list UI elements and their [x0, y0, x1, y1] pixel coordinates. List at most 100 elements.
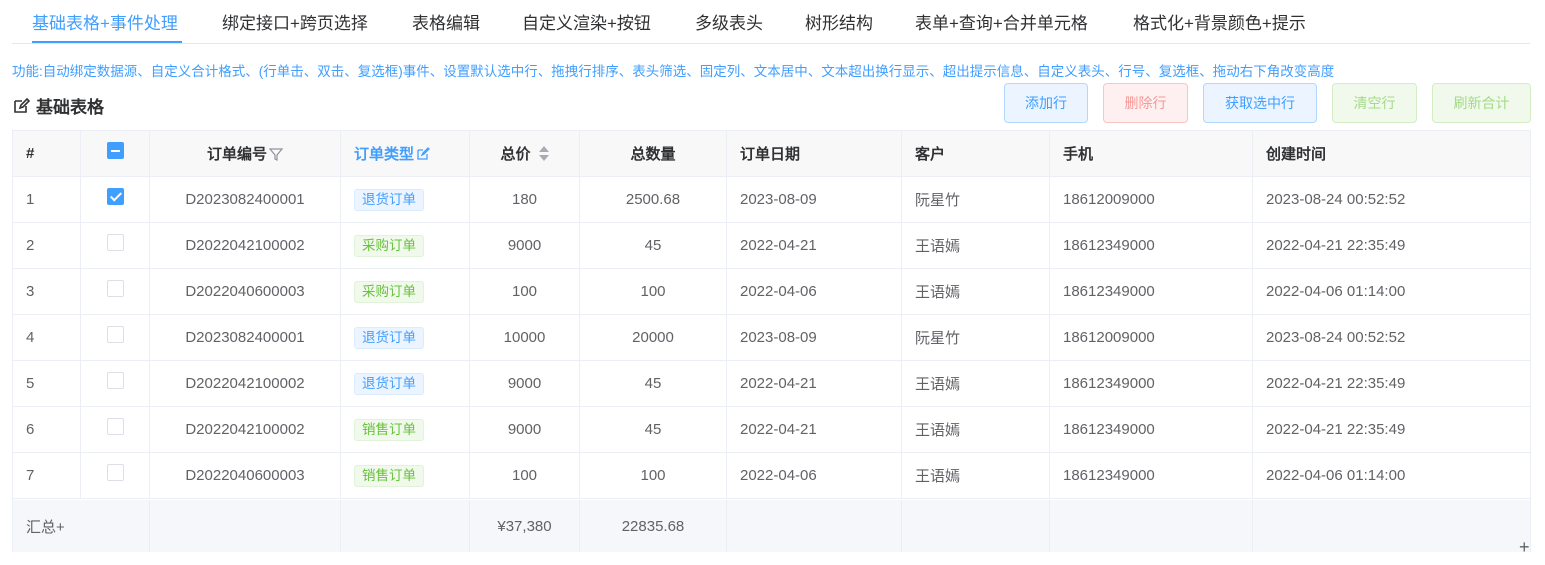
cell-customer-value: 王语嫣: [915, 468, 961, 485]
data-table: # 订单编号 订单类型 总价 总数量 订单日期 客户 手机 创建时间 1 D202…: [12, 130, 1531, 552]
header-index: #: [13, 131, 81, 176]
cell-created: 2022-04-06 01:14:00: [1253, 269, 1530, 314]
row-checkbox[interactable]: [106, 372, 124, 389]
section-title: 基础表格: [12, 93, 104, 118]
row-checkbox[interactable]: [106, 464, 124, 481]
row-checkbox[interactable]: [106, 418, 124, 435]
cell-total-qty: 100: [580, 453, 727, 498]
table-row[interactable]: 2 D2022042100002 采购订单 9000 45 2022-04-21 王语嫣 18…: [13, 223, 1530, 269]
filter-icon[interactable]: [268, 147, 284, 161]
cell-customer: 王语嫣: [902, 223, 1050, 268]
cell-order-date: 2023-08-09: [727, 177, 902, 222]
cell-total-price: 10000: [470, 315, 580, 360]
sort-icon[interactable]: [538, 145, 549, 162]
add-row-button[interactable]: 添加行: [1004, 83, 1088, 123]
cell-order-date: 2022-04-06: [727, 453, 902, 498]
cell-phone: 18612009000: [1050, 177, 1253, 222]
tab-bar: 基础表格+事件处理 绑定接口+跨页选择 表格编辑 自定义渲染+按钮 多级表头 树…: [12, 0, 1530, 44]
select-all-checkbox[interactable]: [106, 142, 124, 159]
header-total-qty-label: 总数量: [630, 146, 676, 163]
cell-total-price-value: 10000: [503, 329, 546, 346]
cell-checked: [81, 361, 150, 406]
get-selected-button[interactable]: 获取选中行: [1203, 83, 1317, 123]
cell-created: 2023-08-24 00:52:52: [1253, 315, 1530, 360]
footer-label[interactable]: 汇总+: [13, 500, 150, 552]
table-row[interactable]: 4 D2023082400001 退货订单 10000 20000 2023-08-09 阮…: [13, 315, 1530, 361]
edit-icon[interactable]: [416, 146, 430, 161]
header-order-no[interactable]: 订单编号: [150, 131, 341, 176]
cell-order-date-value: 2022-04-21: [740, 375, 817, 392]
cell-customer-value: 阮星竹: [915, 330, 961, 347]
header-order-type[interactable]: 订单类型: [341, 131, 470, 176]
header-phone: 手机: [1050, 131, 1253, 176]
cell-phone: 18612349000: [1050, 223, 1253, 268]
header-total-price[interactable]: 总价: [470, 131, 580, 176]
cell-created-value: 2022-04-06 01:14:00: [1266, 283, 1406, 300]
table-row[interactable]: 7 D2022040600003 销售订单 100 100 2022-04-06 王语嫣 18…: [13, 453, 1530, 499]
tab-custom-render[interactable]: 自定义渲染+按钮: [522, 9, 651, 34]
footer-empty: [727, 500, 902, 552]
cell-customer: 王语嫣: [902, 361, 1050, 406]
cell-index: 5: [13, 361, 81, 406]
row-checkbox[interactable]: [106, 234, 124, 251]
cell-order-date-value: 2022-04-21: [740, 421, 817, 438]
delete-row-button[interactable]: 删除行: [1103, 83, 1188, 123]
cell-index-value: 1: [26, 191, 35, 208]
table-row[interactable]: 5 D2022042100002 退货订单 9000 45 2022-04-21 王语嫣 18…: [13, 361, 1530, 407]
header-created-label: 创建时间: [1266, 146, 1327, 163]
header-order-type-label: 订单类型: [354, 146, 415, 163]
tab-table-edit[interactable]: 表格编辑: [412, 9, 480, 34]
tab-format[interactable]: 格式化+背景颜色+提示: [1133, 9, 1306, 34]
cell-created-value: 2023-08-24 00:52:52: [1266, 329, 1406, 346]
cell-checked: [81, 177, 150, 222]
footer-total-price: ¥37,380: [470, 500, 580, 552]
cell-order-date-value: 2022-04-06: [740, 467, 817, 484]
tab-multi-header[interactable]: 多级表头: [695, 9, 763, 34]
order-type-tag: 采购订单: [354, 280, 424, 303]
table-row[interactable]: 6 D2022042100002 销售订单 9000 45 2022-04-21 王语嫣 18…: [13, 407, 1530, 453]
tab-basic-table[interactable]: 基础表格+事件处理: [32, 9, 178, 34]
cell-total-price-value: 9000: [507, 375, 542, 392]
cell-total-qty: 45: [580, 361, 727, 406]
tab-bind-api[interactable]: 绑定接口+跨页选择: [222, 9, 368, 34]
header-index-label: #: [26, 145, 35, 162]
tab-form-query[interactable]: 表单+查询+合并单元格: [915, 9, 1088, 34]
cell-order-date: 2022-04-21: [727, 223, 902, 268]
page-title: 基础表格: [36, 98, 104, 117]
row-checkbox[interactable]: [106, 188, 124, 205]
cell-order-no-value: D2022040600003: [185, 283, 305, 300]
cell-order-no: D2022040600003: [150, 453, 341, 498]
cell-order-type: 销售订单: [341, 407, 470, 452]
table-row[interactable]: 1 D2023082400001 退货订单 180 2500.68 2023-08-09 阮…: [13, 177, 1530, 223]
cell-order-type: 退货订单: [341, 315, 470, 360]
cell-index-value: 7: [26, 467, 35, 484]
cell-total-price: 100: [470, 269, 580, 314]
row-checkbox[interactable]: [106, 280, 124, 297]
cell-total-qty: 20000: [580, 315, 727, 360]
footer-empty: [902, 500, 1050, 552]
cell-checked: [81, 453, 150, 498]
order-type-tag: 退货订单: [354, 188, 424, 211]
header-order-date-label: 订单日期: [740, 146, 801, 163]
tab-tree[interactable]: 树形结构: [805, 9, 873, 34]
cell-order-date: 2022-04-06: [727, 269, 902, 314]
row-checkbox[interactable]: [106, 326, 124, 343]
cell-order-date-value: 2022-04-06: [740, 283, 817, 300]
cell-total-qty-value: 45: [644, 237, 662, 254]
refresh-total-button[interactable]: 刷新合计: [1432, 83, 1531, 123]
cell-created: 2022-04-21 22:35:49: [1253, 223, 1530, 268]
cell-order-type: 采购订单: [341, 223, 470, 268]
header-order-date: 订单日期: [727, 131, 902, 176]
cell-order-date: 2022-04-21: [727, 407, 902, 452]
clear-rows-button[interactable]: 清空行: [1332, 83, 1417, 123]
resize-handle-icon[interactable]: +: [1519, 538, 1530, 556]
cell-total-qty-value: 20000: [632, 329, 674, 346]
cell-order-no-value: D2023082400001: [185, 329, 305, 346]
table-row[interactable]: 3 D2022040600003 采购订单 100 100 2022-04-06 王语嫣 18…: [13, 269, 1530, 315]
cell-order-no: D2023082400001: [150, 315, 341, 360]
cell-created-value: 2022-04-21 22:35:49: [1266, 421, 1406, 438]
cell-phone-value: 18612009000: [1063, 191, 1155, 208]
cell-created-value: 2022-04-06 01:14:00: [1266, 467, 1406, 484]
cell-checked: [81, 315, 150, 360]
cell-index: 2: [13, 223, 81, 268]
